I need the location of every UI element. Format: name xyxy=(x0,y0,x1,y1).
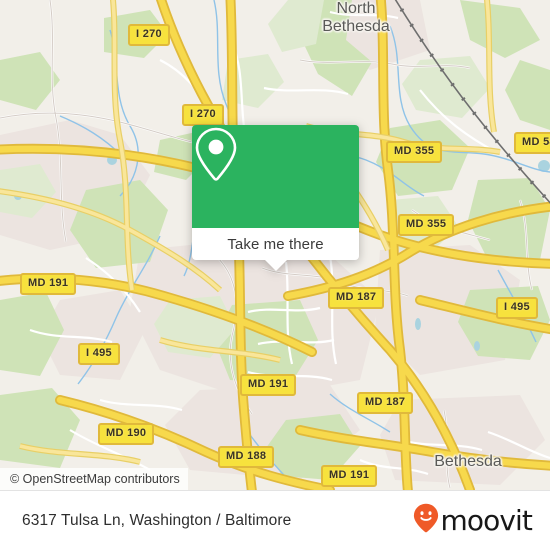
road-shield-md355-lower: MD 355 xyxy=(398,214,455,236)
road-shield-md188: MD 188 xyxy=(218,446,275,468)
moovit-logo[interactable]: moovit xyxy=(413,503,533,538)
road-shield-md187-upper: MD 187 xyxy=(328,287,385,309)
moovit-smiley-pin-icon xyxy=(413,503,439,538)
take-me-there-label: Take me there xyxy=(227,235,324,253)
map-canvas[interactable]: North Bethesda Bethesda I 270 I 270 MD 3… xyxy=(0,0,550,490)
popup-card-header xyxy=(192,125,359,228)
place-label-north-bethesda: North Bethesda xyxy=(310,0,402,36)
road-shield-md190: MD 190 xyxy=(98,423,155,445)
road-shield-i495-west: I 495 xyxy=(78,343,120,365)
place-label-line-2: Bethesda xyxy=(322,18,390,35)
osm-attribution-text: © OpenStreetMap contributors xyxy=(10,472,180,486)
location-popup-card[interactable]: Take me there xyxy=(192,125,359,271)
osm-attribution[interactable]: © OpenStreetMap contributors xyxy=(0,468,188,490)
road-shield-md187-lower: MD 187 xyxy=(357,392,414,414)
road-shield-md547: MD 547 xyxy=(514,132,550,154)
road-shield-md191-west: MD 191 xyxy=(20,273,77,295)
road-shield-i270-north: I 270 xyxy=(128,24,170,46)
road-shield-md191-south: MD 191 xyxy=(321,465,378,487)
place-label-line-1: North xyxy=(336,0,376,17)
road-shield-i495-east: I 495 xyxy=(496,297,538,319)
road-shield-md355-upper: MD 355 xyxy=(386,141,443,163)
map-screenshot: North Bethesda Bethesda I 270 I 270 MD 3… xyxy=(0,0,550,550)
road-shield-md191-mid: MD 191 xyxy=(240,374,297,396)
footer-bar: 6317 Tulsa Ln, Washington / Baltimore mo… xyxy=(0,490,550,550)
address-text: 6317 Tulsa Ln, Washington / Baltimore xyxy=(22,511,292,529)
popup-card-action[interactable]: Take me there xyxy=(192,228,359,271)
road-shield-i270-mid: I 270 xyxy=(182,104,224,126)
popup-card-pointer xyxy=(264,260,287,271)
place-label-bethesda: Bethesda xyxy=(420,453,516,471)
place-label-line-1: Bethesda xyxy=(434,453,502,470)
moovit-wordmark: moovit xyxy=(440,503,533,537)
